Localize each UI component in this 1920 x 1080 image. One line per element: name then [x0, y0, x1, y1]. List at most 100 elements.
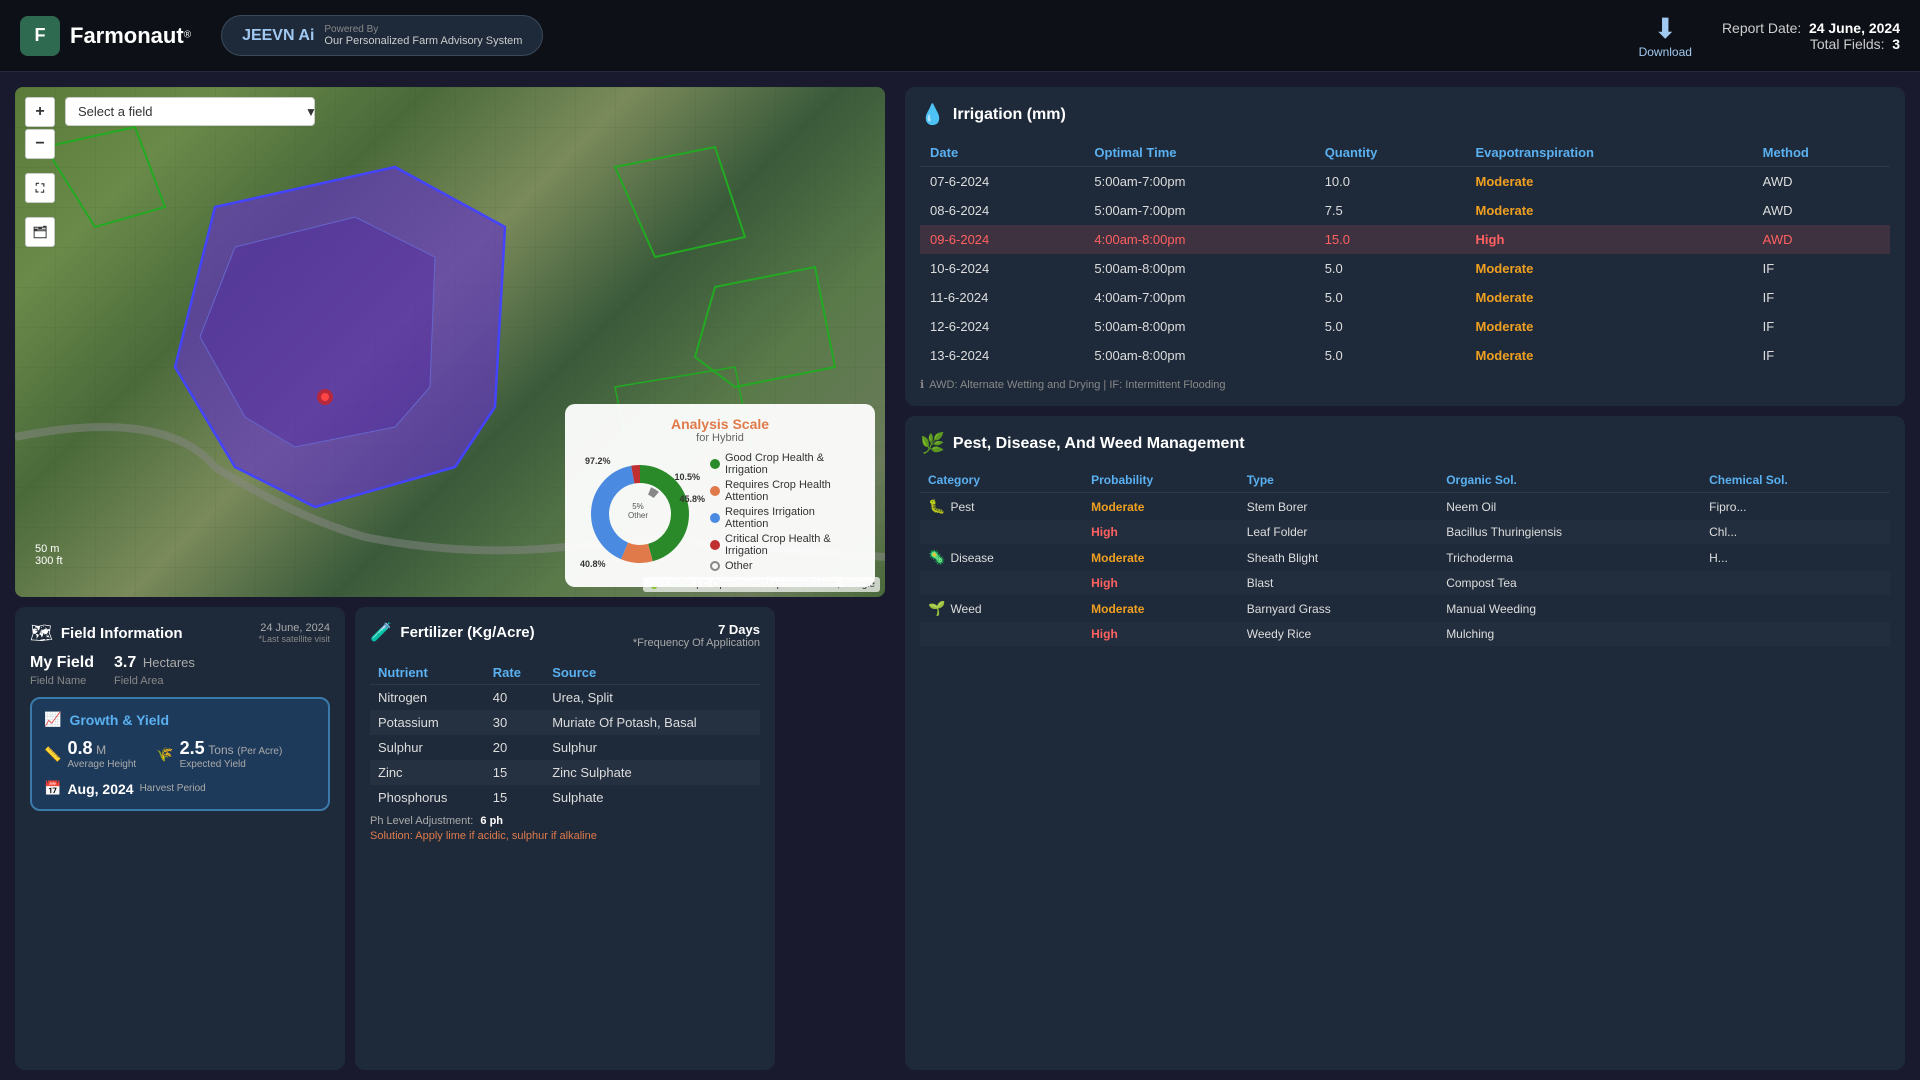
legend-dot-irr [710, 513, 720, 523]
col-category: Category [920, 468, 1083, 493]
pest-type: Leaf Folder [1239, 520, 1438, 544]
yield-per: (Per Acre) [237, 746, 282, 757]
cat-label: Weed [950, 602, 981, 616]
pest-type: Sheath Blight [1239, 544, 1438, 571]
pest-probability: High [1083, 622, 1239, 646]
irr-quantity: 5.0 [1315, 254, 1466, 283]
irr-evap: Moderate [1466, 283, 1753, 312]
ph-value: 6 ph [480, 815, 503, 827]
zoom-in-button[interactable]: + [25, 97, 55, 127]
pest-table: Category Probability Type Organic Sol. C… [920, 468, 1890, 646]
analysis-scale-content: 97.2% 10.5% 40.8% 45.8% 5% Other Good Cr… [580, 452, 860, 575]
pest-probability: Moderate [1083, 595, 1239, 622]
pest-organic: Mulching [1438, 622, 1701, 646]
irr-optimal: 5:00am-7:00pm [1084, 167, 1314, 197]
info-icon: ℹ [920, 378, 924, 391]
fertilizer-card: 🧪 Fertilizer (Kg/Acre) 7 Days *Frequency… [355, 607, 775, 1070]
pest-row: High Leaf Folder Bacillus Thuringiensis … [920, 520, 1890, 544]
yield-icon: 🌾 [156, 746, 173, 763]
cat-icon: 🦠 [928, 549, 945, 566]
irr-date: 13-6-2024 [920, 341, 1084, 370]
fert-source: Urea, Split [544, 685, 760, 711]
irr-date: 10-6-2024 [920, 254, 1084, 283]
pest-title-text: Pest, Disease, And Weed Management [953, 435, 1245, 453]
yield-metric: 🌾 2.5 Tons (Per Acre) Expected Yield [156, 738, 282, 770]
irr-quantity: 5.0 [1315, 283, 1466, 312]
pest-chemical: H... [1701, 544, 1890, 571]
fert-source: Zinc Sulphate [544, 760, 760, 785]
pest-organic: Trichoderma [1438, 544, 1701, 571]
legend-dot-crop [710, 486, 720, 496]
chevron-down-icon: ▼ [305, 105, 317, 119]
main-content: + − ⛶ 🗂 Select a field ▼ 50 m 300 ft 🍃 L… [0, 72, 1920, 1080]
irr-optimal: 4:00am-7:00pm [1084, 283, 1314, 312]
pest-type: Weedy Rice [1239, 622, 1438, 646]
fert-rate: 15 [485, 785, 544, 810]
fullscreen-button[interactable]: ⛶ [25, 173, 55, 203]
fert-nutrient: Phosphorus [370, 785, 485, 810]
height-icon: 📏 [44, 746, 61, 763]
header-right: ⬇ Download Report Date: 24 June, 2024 To… [1639, 12, 1900, 59]
zoom-out-button[interactable]: − [25, 129, 55, 159]
pest-organic: Compost Tea [1438, 571, 1701, 595]
header: F Farmonaut® JEEVN Ai Powered By Our Per… [0, 0, 1920, 72]
field-name-label: Field Name [30, 675, 94, 687]
pest-row: High Weedy Rice Mulching [920, 622, 1890, 646]
irrigation-title: 💧 Irrigation (mm) [920, 102, 1890, 127]
download-button[interactable]: ⬇ Download [1639, 12, 1692, 59]
pest-organic: Neem Oil [1438, 493, 1701, 521]
pest-chemical: Chl... [1701, 520, 1890, 544]
legend-label-2: Requires Irrigation Attention [725, 506, 860, 530]
fert-row: Potassium30Muriate Of Potash, Basal [370, 710, 760, 735]
legend-item-4: Other [710, 560, 860, 572]
irrigation-footnote: ℹ AWD: Alternate Wetting and Drying | IF… [920, 378, 1890, 391]
irr-quantity: 5.0 [1315, 341, 1466, 370]
growth-title: 📈 Growth & Yield [44, 711, 316, 728]
ph-note: Ph Level Adjustment: 6 ph [370, 815, 760, 827]
pest-type: Stem Borer [1239, 493, 1438, 521]
irr-evap: Moderate [1466, 341, 1753, 370]
irr-evap: Moderate [1466, 312, 1753, 341]
fert-nutrient: Sulphur [370, 735, 485, 760]
fertilizer-title-row: 🧪 Fertilizer (Kg/Acre) [370, 622, 535, 643]
analysis-scale-subtitle: for Hybrid [580, 432, 860, 444]
total-fields-value: 3 [1892, 36, 1900, 52]
donut-chart: 97.2% 10.5% 40.8% 45.8% 5% Other [580, 454, 700, 574]
irr-optimal: 5:00am-8:00pm [1084, 312, 1314, 341]
bottom-row: 🗺 Field Information 24 June, 2024 *Last … [0, 602, 900, 1080]
logo-reg: ® [184, 29, 191, 40]
pest-probability: High [1083, 571, 1239, 595]
fert-nutrient: Zinc [370, 760, 485, 785]
footnote-text: AWD: Alternate Wetting and Drying | IF: … [929, 379, 1225, 391]
legend-dot-critical [710, 540, 720, 550]
legend-label-1: Requires Crop Health Attention [725, 479, 860, 503]
irr-header-row: Date Optimal Time Quantity Evapotranspir… [920, 139, 1890, 167]
col-quantity: Quantity [1315, 139, 1466, 167]
pest-row: 🐛Pest Moderate Stem Borer Neem Oil Fipro… [920, 493, 1890, 521]
irr-method: IF [1753, 254, 1890, 283]
irr-method: AWD [1753, 225, 1890, 254]
field-select[interactable]: Select a field [65, 97, 315, 126]
powered-by-label: Powered By [324, 24, 522, 35]
irrigation-title-text: Irrigation (mm) [953, 106, 1066, 124]
jeevn-brand: JEEVN Ai [242, 27, 314, 45]
legend-item-1: Requires Crop Health Attention [710, 479, 860, 503]
analysis-legend: Good Crop Health & Irrigation Requires C… [710, 452, 860, 575]
fert-rate: 20 [485, 735, 544, 760]
irr-row: 08-6-2024 5:00am-7:00pm 7.5 Moderate AWD [920, 196, 1890, 225]
fert-nutrient: Potassium [370, 710, 485, 735]
field-area-stat: 3.7 Hectares Field Area [114, 654, 195, 687]
map-scale: 50 m 300 ft [35, 543, 63, 567]
legend-label-0: Good Crop Health & Irrigation [725, 452, 860, 476]
pct-458: 45.8% [679, 494, 705, 504]
pest-organic: Bacillus Thuringiensis [1438, 520, 1701, 544]
col-rate: Rate [485, 661, 544, 685]
right-wrapper: 💧 Irrigation (mm) Date Optimal Time Quan… [900, 72, 1920, 1080]
height-value: 0.8 [67, 738, 92, 758]
field-satellite-note: *Last satellite visit [258, 634, 330, 644]
layers-button[interactable]: 🗂 [25, 217, 55, 247]
scale-meters: 50 m [35, 543, 63, 555]
fert-nutrient: Nitrogen [370, 685, 485, 711]
irr-optimal: 5:00am-8:00pm [1084, 341, 1314, 370]
map-container: + − ⛶ 🗂 Select a field ▼ 50 m 300 ft 🍃 L… [15, 87, 885, 597]
